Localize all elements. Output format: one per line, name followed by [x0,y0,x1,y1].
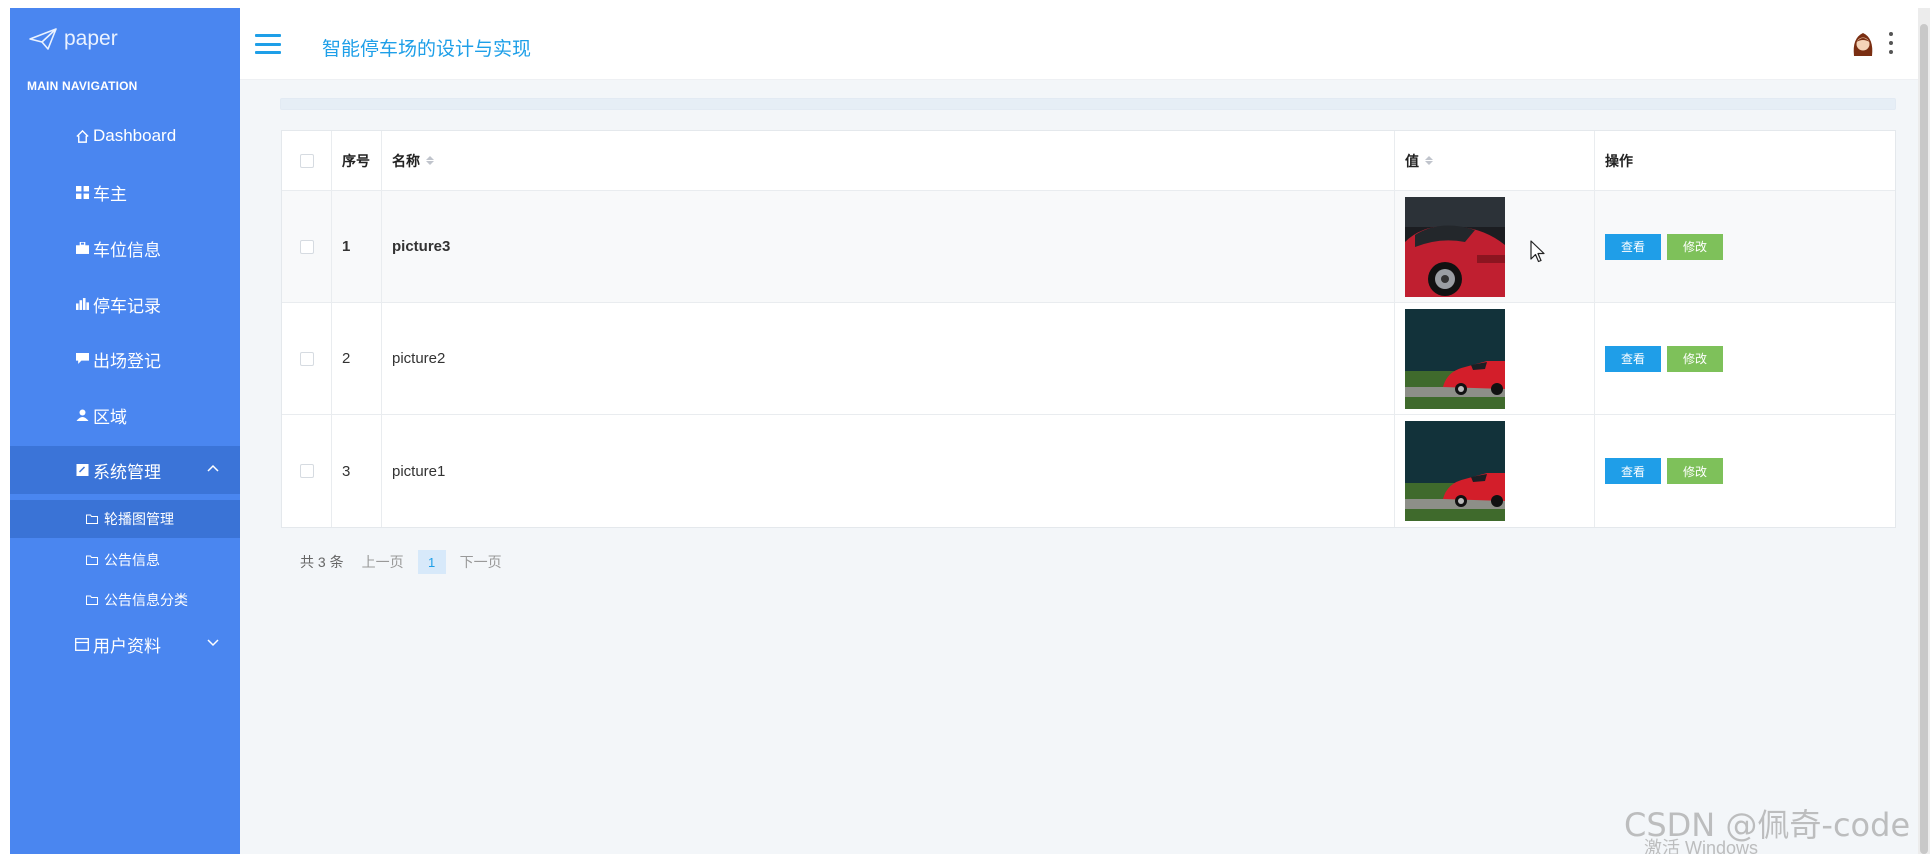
table-row: 2 picture2 查看 修改 [282,303,1895,415]
folder-icon [86,595,98,605]
sidebar-item-label: 停车记录 [93,296,161,316]
carousel-image-thumbnail[interactable] [1405,308,1505,409]
edit-button[interactable]: 修改 [1667,458,1723,484]
main-content: 序号 名称 值 操作 1 picture3 查看 修改 2 picture2 查… [240,80,1918,854]
sidebar-subitem-label: 轮播图管理 [104,511,174,527]
column-header-name[interactable]: 名称 [382,131,1395,190]
carousel-image-thumbnail[interactable] [1405,421,1505,521]
row-value [1395,191,1595,302]
view-button[interactable]: 查看 [1605,233,1661,260]
pagination: 共 3 条 上一页 1 下一页 [300,550,502,574]
edit-button[interactable]: 修改 [1667,233,1723,260]
folder-icon [86,555,98,565]
column-header-number: 序号 [332,131,382,190]
row-name: picture3 [382,191,1395,302]
nav-section-title: MAIN NAVIGATION [27,79,138,93]
sidebar-item-system-management[interactable]: 系统管理 [10,446,264,494]
grid-icon [74,184,90,200]
sidebar-subitem-label: 公告信息 [104,552,160,568]
row-actions: 查看 修改 [1595,191,1895,302]
sidebar-item-label: 系统管理 [93,462,161,482]
sidebar-item-parking-record[interactable]: 停车记录 [10,280,240,328]
row-name: picture1 [382,415,1395,527]
sidebar-item-owner[interactable]: 车主 [10,168,240,216]
sidebar-item-label: 车主 [93,184,127,204]
view-button[interactable]: 查看 [1605,345,1661,372]
pagination-total: 共 3 条 [300,554,344,570]
sidebar-subitem-label: 公告信息分类 [104,592,188,608]
column-header-label: 值 [1405,152,1419,169]
search-bar-area [280,98,1896,110]
row-value [1395,415,1595,527]
page-number-button[interactable]: 1 [417,550,446,574]
sidebar-item-label: 用户资料 [93,636,161,656]
paper-plane-icon [29,28,57,50]
column-header-label: 名称 [392,152,420,169]
select-all-cell [282,131,332,190]
sidebar-item-label: 区域 [93,407,127,427]
edit-button[interactable]: 修改 [1667,345,1723,372]
sidebar-item-dashboard[interactable]: Dashboard [10,112,240,160]
menu-toggle-icon[interactable] [255,34,281,54]
more-options-icon[interactable] [1888,32,1894,54]
next-page-button[interactable]: 下一页 [460,552,502,572]
table-row: 1 picture3 查看 修改 [282,191,1895,303]
chevron-up-icon [206,460,220,480]
comment-icon [74,351,90,367]
logo[interactable]: paper [28,24,118,54]
row-checkbox[interactable] [299,239,314,254]
sidebar-item-area[interactable]: 区域 [10,391,240,439]
data-table: 序号 名称 值 操作 1 picture3 查看 修改 2 picture2 查… [281,130,1896,528]
sidebar-subitem-announcements[interactable]: 公告信息 [10,541,240,579]
row-checkbox[interactable] [299,351,314,366]
folder-icon [86,514,98,524]
row-select-cell [282,191,332,302]
prev-page-button[interactable]: 上一页 [362,552,404,572]
sidebar-subitem-announcement-categories[interactable]: 公告信息分类 [10,581,240,619]
carousel-image-thumbnail[interactable] [1405,196,1505,297]
row-actions: 查看 修改 [1595,415,1895,527]
row-name: picture2 [382,303,1395,414]
table-header-row: 序号 名称 值 操作 [282,131,1895,191]
briefcase-icon [74,240,90,256]
bar-chart-icon [74,296,90,312]
page-scrollbar[interactable] [1918,8,1930,854]
row-value [1395,303,1595,414]
row-select-cell [282,415,332,527]
chevron-down-icon [206,634,220,654]
row-number: 2 [332,303,382,414]
row-number: 3 [332,415,382,527]
select-all-checkbox[interactable] [299,153,314,168]
row-actions: 查看 修改 [1595,303,1895,414]
view-button[interactable]: 查看 [1605,458,1661,484]
sidebar-item-exit-registration[interactable]: 出场登记 [10,335,240,383]
sidebar: paper MAIN NAVIGATION Dashboard 车主 车位信息 … [10,8,274,854]
column-header-value[interactable]: 值 [1395,131,1595,190]
sidebar-item-parking-space[interactable]: 车位信息 [10,224,240,272]
top-header: 智能停车场的设计与实现 [240,8,1918,80]
sidebar-item-label: Dashboard [93,126,177,145]
row-checkbox[interactable] [299,464,314,478]
sort-icon[interactable] [426,156,434,165]
table-row: 3 picture1 查看 修改 [282,415,1895,527]
mouse-cursor-icon [1530,240,1545,263]
app-title: 智能停车场的设计与实现 [322,39,532,60]
sort-icon[interactable] [1425,156,1433,165]
sidebar-item-user-profile[interactable]: 用户资料 [10,620,240,668]
home-icon [74,128,90,144]
windows-activation-watermark: 激活 Windows [1644,838,1759,854]
user-icon [74,407,90,423]
column-header-actions: 操作 [1605,152,1633,169]
calendar-icon [74,636,90,652]
logo-text: paper [64,27,118,50]
row-select-cell [282,303,332,414]
row-number: 1 [332,191,382,302]
edit-square-icon [74,462,90,478]
sidebar-subitem-carousel-management[interactable]: 轮播图管理 [10,500,274,538]
sidebar-item-label: 出场登记 [93,351,161,371]
sidebar-item-label: 车位信息 [93,240,161,260]
avatar[interactable] [1850,30,1876,58]
